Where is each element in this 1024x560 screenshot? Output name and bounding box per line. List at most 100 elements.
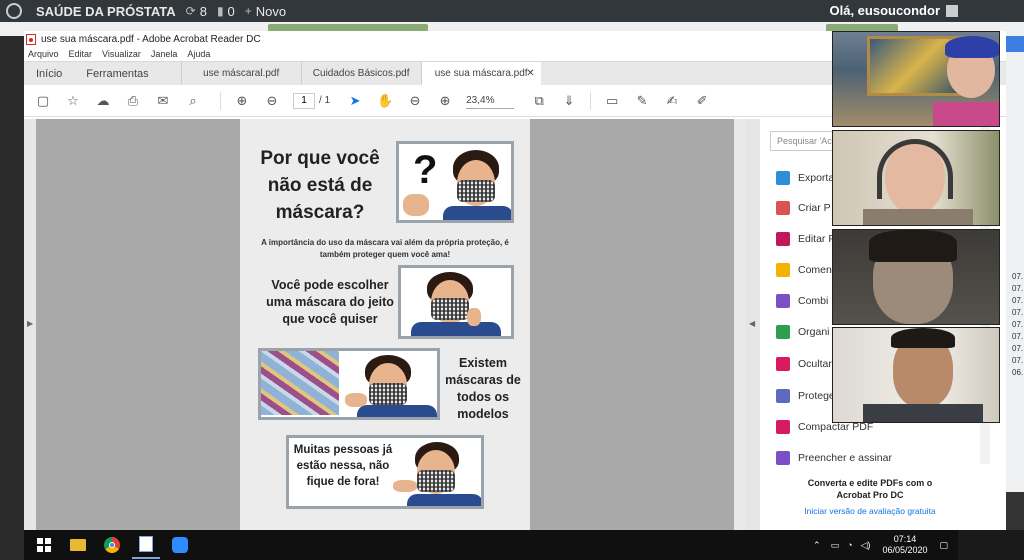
user-menu[interactable]: Olá, eusoucondor	[829, 3, 958, 18]
tool-export[interactable]: Exportar	[776, 171, 838, 185]
email-icon[interactable]: ✉	[154, 92, 172, 110]
page-total: / 1	[319, 95, 331, 106]
print-icon[interactable]: ⎙	[124, 92, 142, 110]
tab-home[interactable]: Início	[24, 62, 74, 85]
tool-create[interactable]: Criar P	[776, 201, 831, 215]
save-icon[interactable]: ▢	[34, 92, 52, 110]
hand-tool-icon[interactable]: ✋	[376, 92, 394, 110]
comment-icon[interactable]: ▭	[603, 92, 621, 110]
fill-sign-icon[interactable]: ✐	[693, 92, 711, 110]
vertical-scrollbar[interactable]	[734, 119, 746, 530]
video-tile-3	[832, 229, 1000, 325]
zoom-out-icon[interactable]: ⊖	[406, 92, 424, 110]
tab-label: use sua máscara.pdf	[434, 68, 528, 79]
network-icon[interactable]: ◔	[847, 540, 852, 550]
pdf-page: Por que você não está de máscara? ? A im…	[240, 119, 530, 530]
fit-page-icon[interactable]: ⧉	[530, 92, 548, 110]
user-greeting: Olá, eusoucondor	[829, 3, 940, 18]
edge-text: 07.	[1012, 296, 1024, 305]
menu-editar[interactable]: Editar	[69, 49, 93, 59]
next-page-icon[interactable]: ⊖	[263, 92, 281, 110]
fill-sign-icon	[776, 451, 790, 465]
free-trial-link[interactable]: Iniciar versão de avaliação gratuita	[760, 506, 980, 516]
clock-time: 07:14	[893, 534, 917, 544]
expand-right-icon[interactable]: ▶	[27, 319, 33, 328]
wordpress-logo-icon[interactable]	[6, 3, 22, 19]
tab-doc-1[interactable]: use máscaral.pdf	[180, 62, 301, 85]
shirt-shape	[933, 102, 999, 126]
mask-shape	[417, 470, 455, 492]
tool-combine[interactable]: Combi	[776, 294, 828, 308]
collapse-left-icon[interactable]: ◀	[749, 319, 755, 328]
tool-protect[interactable]: Protege	[776, 389, 835, 403]
tool-label: Comen	[798, 264, 832, 276]
compress-icon	[776, 420, 790, 434]
windows-taskbar: ⌃ ▭ ◔ ◁) 07:14 06/05/2020 ▢	[24, 530, 958, 560]
tab-doc-2[interactable]: Cuidados Básicos.pdf	[300, 62, 421, 85]
highlight-pen-icon[interactable]: ✎	[633, 92, 651, 110]
tab-tools[interactable]: Ferramentas	[74, 62, 160, 85]
prev-page-icon[interactable]: ⊕	[233, 92, 251, 110]
edge-text: 07.	[1012, 308, 1024, 317]
tool-fill-sign[interactable]: Preencher e assinar	[776, 451, 892, 465]
battery-icon[interactable]: ▭	[831, 540, 840, 551]
sign-icon[interactable]: ✍	[663, 92, 681, 110]
upload-cloud-icon[interactable]: ☁	[94, 92, 112, 110]
right-panel-toggle[interactable]: ◀	[746, 119, 760, 530]
volume-icon[interactable]: ◁)	[861, 540, 871, 551]
clock[interactable]: 07:14 06/05/2020	[882, 534, 927, 556]
tool-edit[interactable]: Editar P	[776, 232, 835, 246]
combine-icon	[776, 294, 790, 308]
menu-arquivo[interactable]: Arquivo	[28, 49, 59, 59]
page-number-input[interactable]: 1	[293, 92, 315, 109]
comments-link[interactable]: ▮ 0	[217, 4, 235, 19]
edge-text: 07.	[1012, 272, 1024, 281]
clock-date: 06/05/2020	[882, 545, 928, 555]
tool-comment[interactable]: Comen	[776, 263, 832, 277]
comment-icon	[776, 263, 790, 277]
select-cursor-icon[interactable]: ➤	[346, 92, 364, 110]
tool-label: Ocultar	[798, 358, 832, 370]
site-name-link[interactable]: SAÚDE DA PRÓSTATA	[36, 4, 176, 19]
divider	[590, 91, 592, 110]
chevron-up-icon[interactable]: ⌃	[813, 540, 821, 551]
tab-doc-3[interactable]: use sua máscara.pdf ✕	[420, 62, 541, 85]
zoom-dropdown[interactable]: 23,4%	[466, 93, 515, 109]
menu-visualizar[interactable]: Visualizar	[102, 49, 141, 59]
hair-shape	[869, 230, 957, 262]
question-mark: ?	[413, 148, 438, 192]
tool-organize[interactable]: Organi	[776, 325, 830, 339]
left-panel-toggle[interactable]: ▶	[24, 119, 36, 530]
new-link[interactable]: + Novo	[245, 4, 286, 19]
tool-redact[interactable]: Ocultar	[776, 357, 832, 371]
pdf-text-block-2: Você pode escolher uma máscara do jeito …	[266, 278, 394, 326]
hand-shape	[393, 480, 417, 492]
acrobat-taskbar-icon[interactable]	[132, 531, 160, 559]
menu-janela[interactable]: Janela	[151, 49, 178, 59]
zoom-in-icon[interactable]: ⊕	[436, 92, 454, 110]
organize-icon	[776, 325, 790, 339]
hand-shape	[345, 393, 367, 407]
star-icon[interactable]: ☆	[64, 92, 82, 110]
scroll-mode-icon[interactable]: ⇓	[560, 92, 578, 110]
zoom-app-icon[interactable]	[166, 531, 194, 559]
notifications-icon[interactable]: ▢	[939, 540, 948, 551]
menu-ajuda[interactable]: Ajuda	[187, 49, 210, 59]
updates-link[interactable]: ⟳ 8	[186, 4, 207, 19]
file-explorer-icon[interactable]	[64, 531, 92, 559]
masks-pile-image	[261, 351, 339, 415]
edit-pdf-icon	[776, 232, 790, 246]
headphones-shape	[877, 139, 953, 199]
new-label: Novo	[255, 3, 287, 19]
search-zoom-icon[interactable]: ⌕	[184, 92, 202, 110]
shirt-shape	[407, 494, 481, 506]
export-icon	[776, 171, 790, 185]
edge-text: 07.	[1012, 284, 1024, 293]
chrome-icon[interactable]	[98, 531, 126, 559]
background-browser-edge: 07. 07. 07. 07. 07. 07. 07. 07. 06.	[1006, 22, 1024, 532]
plus-icon: +	[244, 4, 252, 18]
windows-start-icon[interactable]	[30, 531, 58, 559]
tool-label: Criar P	[798, 202, 831, 214]
window-title: use sua máscara.pdf - Adobe Acrobat Read…	[41, 33, 261, 45]
close-icon[interactable]: ✕	[526, 68, 534, 79]
